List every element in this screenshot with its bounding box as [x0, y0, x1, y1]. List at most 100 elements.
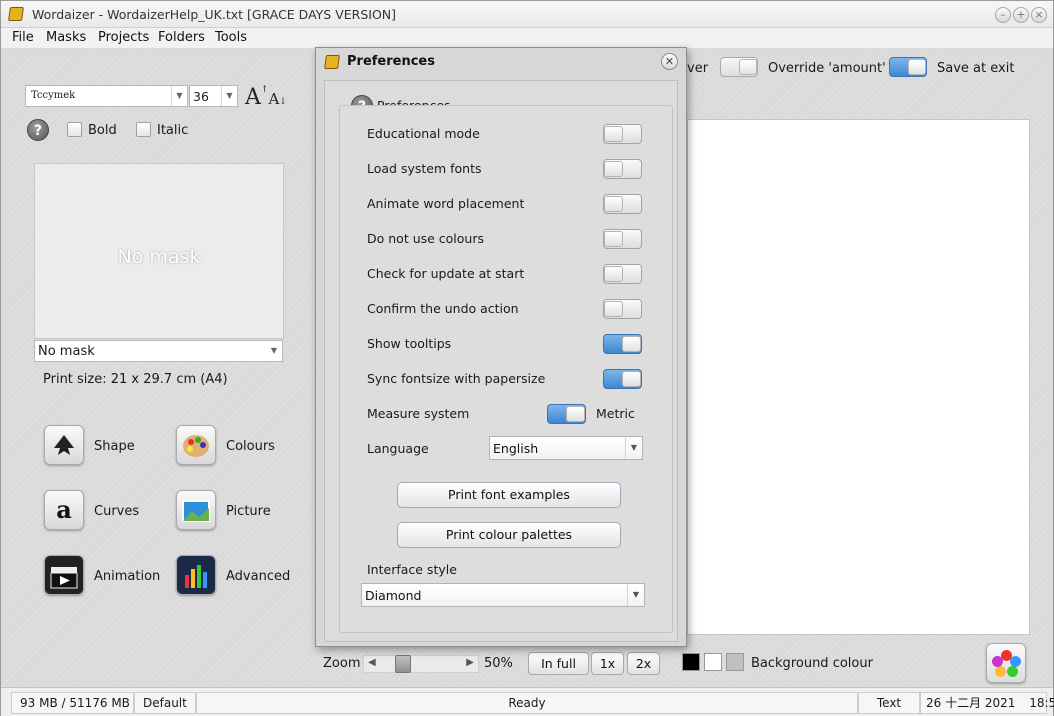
status-time: 18:56 — [1029, 696, 1054, 710]
interface-style-value: Diamond — [365, 588, 422, 603]
chevron-down-icon[interactable]: ▼ — [627, 584, 644, 606]
pref-update-toggle[interactable] — [603, 264, 642, 284]
preview-canvas[interactable] — [687, 119, 1030, 635]
pref-animate-toggle[interactable] — [603, 194, 642, 214]
chevron-down-icon[interactable]: ▼ — [266, 341, 282, 361]
font-name: Tccymek — [31, 90, 76, 101]
clapper-icon[interactable] — [44, 555, 84, 595]
interface-style-label: Interface style — [367, 562, 457, 577]
status-ready: Ready — [196, 692, 858, 714]
pref-undo-toggle[interactable] — [603, 299, 642, 319]
tool-advanced-label[interactable]: Advanced — [226, 569, 290, 584]
help-icon[interactable]: ? — [27, 119, 49, 141]
maximize-button[interactable]: + — [1013, 7, 1029, 23]
font-size-select[interactable]: 36 ▼ — [189, 85, 238, 107]
app-logo-icon — [8, 7, 24, 21]
zoom-slider[interactable]: ◀ ▶ — [363, 655, 479, 673]
font-select[interactable]: Tccymek ▼ — [25, 85, 188, 107]
zoom-2x-button[interactable]: 2x — [627, 652, 660, 675]
chevron-right-icon[interactable]: ▶ — [466, 657, 474, 668]
pref-sync-fontsize-toggle[interactable] — [603, 369, 642, 389]
zoom-1x-button[interactable]: 1x — [591, 652, 624, 675]
override-amount-toggle[interactable] — [720, 57, 758, 77]
chevron-down-icon[interactable]: ▼ — [625, 437, 642, 459]
status-datetime: 26 十二月 2021 18:56 — [920, 692, 1054, 714]
mask-preview-text: No mask — [117, 246, 201, 268]
bold-label: Bold — [88, 123, 117, 138]
close-icon[interactable]: ✕ — [661, 53, 678, 70]
menu-file[interactable]: File — [12, 30, 34, 45]
interface-style-select[interactable]: Diamond ▼ — [361, 583, 645, 607]
color-palette-icon[interactable] — [986, 643, 1026, 683]
pref-animate-label: Animate word placement — [367, 196, 525, 211]
zoom-slider-handle[interactable] — [395, 655, 411, 673]
font-grow-shrink-icon[interactable]: A↑A↓ — [245, 85, 287, 110]
in-full-button[interactable]: In full — [528, 652, 589, 675]
status-mode: Default — [134, 692, 196, 714]
pref-educational-label: Educational mode — [367, 126, 480, 141]
measure-system-toggle[interactable] — [547, 404, 586, 424]
equalizer-icon[interactable] — [176, 555, 216, 595]
pref-sync-fontsize-label: Sync fontsize with papersize — [367, 371, 546, 386]
print-font-examples-button[interactable]: Print font examples — [397, 482, 621, 508]
pref-tooltips-toggle[interactable] — [603, 334, 642, 354]
swatch-grey[interactable] — [726, 653, 744, 671]
print-colour-palettes-button[interactable]: Print colour palettes — [397, 522, 621, 548]
picture-icon[interactable] — [176, 490, 216, 530]
measure-system-value: Metric — [596, 406, 635, 421]
menu-tools[interactable]: Tools — [215, 30, 247, 45]
close-button[interactable]: × — [1031, 7, 1047, 23]
chevron-down-icon[interactable]: ▼ — [171, 86, 187, 106]
inkscape-icon[interactable] — [44, 425, 84, 465]
app-logo-icon — [324, 55, 340, 69]
status-date: 26 十二月 2021 — [926, 696, 1016, 710]
italic-label: Italic — [157, 123, 189, 138]
chevron-left-icon[interactable]: ◀ — [368, 657, 376, 668]
palette-icon[interactable] — [176, 425, 216, 465]
swatch-black[interactable] — [682, 653, 700, 671]
title-bar: Wordaizer - WordaizerHelp_UK.txt [GRACE … — [1, 1, 1053, 28]
menu-masks[interactable]: Masks — [46, 30, 86, 45]
swatch-white[interactable] — [704, 653, 722, 671]
pref-undo-label: Confirm the undo action — [367, 301, 519, 316]
preferences-dialog: Preferences ✕ ? Preferences Educational … — [315, 47, 687, 647]
toggle-knob — [908, 59, 926, 75]
save-at-exit-label: Save at exit — [937, 61, 1015, 76]
tool-curves-label[interactable]: Curves — [94, 504, 139, 519]
menu-projects[interactable]: Projects — [98, 30, 149, 45]
background-colour-label: Background colour — [751, 656, 873, 671]
pref-tooltips-label: Show tooltips — [367, 336, 452, 351]
tool-picture-label[interactable]: Picture — [226, 504, 271, 519]
bold-checkbox[interactable] — [67, 122, 82, 137]
menu-folders[interactable]: Folders — [158, 30, 205, 45]
language-label: Language — [367, 441, 429, 456]
dialog-body: ? Preferences Educational mode Load syst… — [324, 80, 678, 642]
pref-system-fonts-toggle[interactable] — [603, 159, 642, 179]
language-select[interactable]: English ▼ — [489, 436, 643, 460]
minimize-button[interactable]: – — [995, 7, 1011, 23]
pref-educational-toggle[interactable] — [603, 124, 642, 144]
app-window: Wordaizer - WordaizerHelp_UK.txt [GRACE … — [0, 0, 1054, 716]
chevron-down-icon[interactable]: ▼ — [221, 86, 237, 106]
save-at-exit-toggle[interactable] — [889, 57, 927, 77]
tool-colours-label[interactable]: Colours — [226, 439, 275, 454]
mask-select[interactable]: No mask ▼ — [34, 340, 283, 362]
measure-system-label: Measure system — [367, 406, 470, 421]
zoom-value: 50% — [484, 656, 513, 671]
dialog-title-bar[interactable]: Preferences ✕ — [316, 48, 686, 76]
zoom-label: Zoom — [323, 656, 361, 671]
pref-no-colours-toggle[interactable] — [603, 229, 642, 249]
pref-system-fonts-label: Load system fonts — [367, 161, 482, 176]
font-size-value: 36 — [193, 89, 209, 104]
print-size-label: Print size: 21 x 29.7 cm (A4) — [43, 372, 228, 387]
amazon-icon[interactable]: a — [44, 490, 84, 530]
mask-select-value: No mask — [38, 344, 95, 359]
mask-preview: No mask — [34, 163, 284, 339]
partial-option-label: ver — [687, 61, 709, 76]
pref-no-colours-label: Do not use colours — [367, 231, 485, 246]
tool-shape-label[interactable]: Shape — [94, 439, 135, 454]
tool-animation-label[interactable]: Animation — [94, 569, 160, 584]
pref-update-label: Check for update at start — [367, 266, 525, 281]
language-value: English — [493, 441, 539, 456]
italic-checkbox[interactable] — [136, 122, 151, 137]
